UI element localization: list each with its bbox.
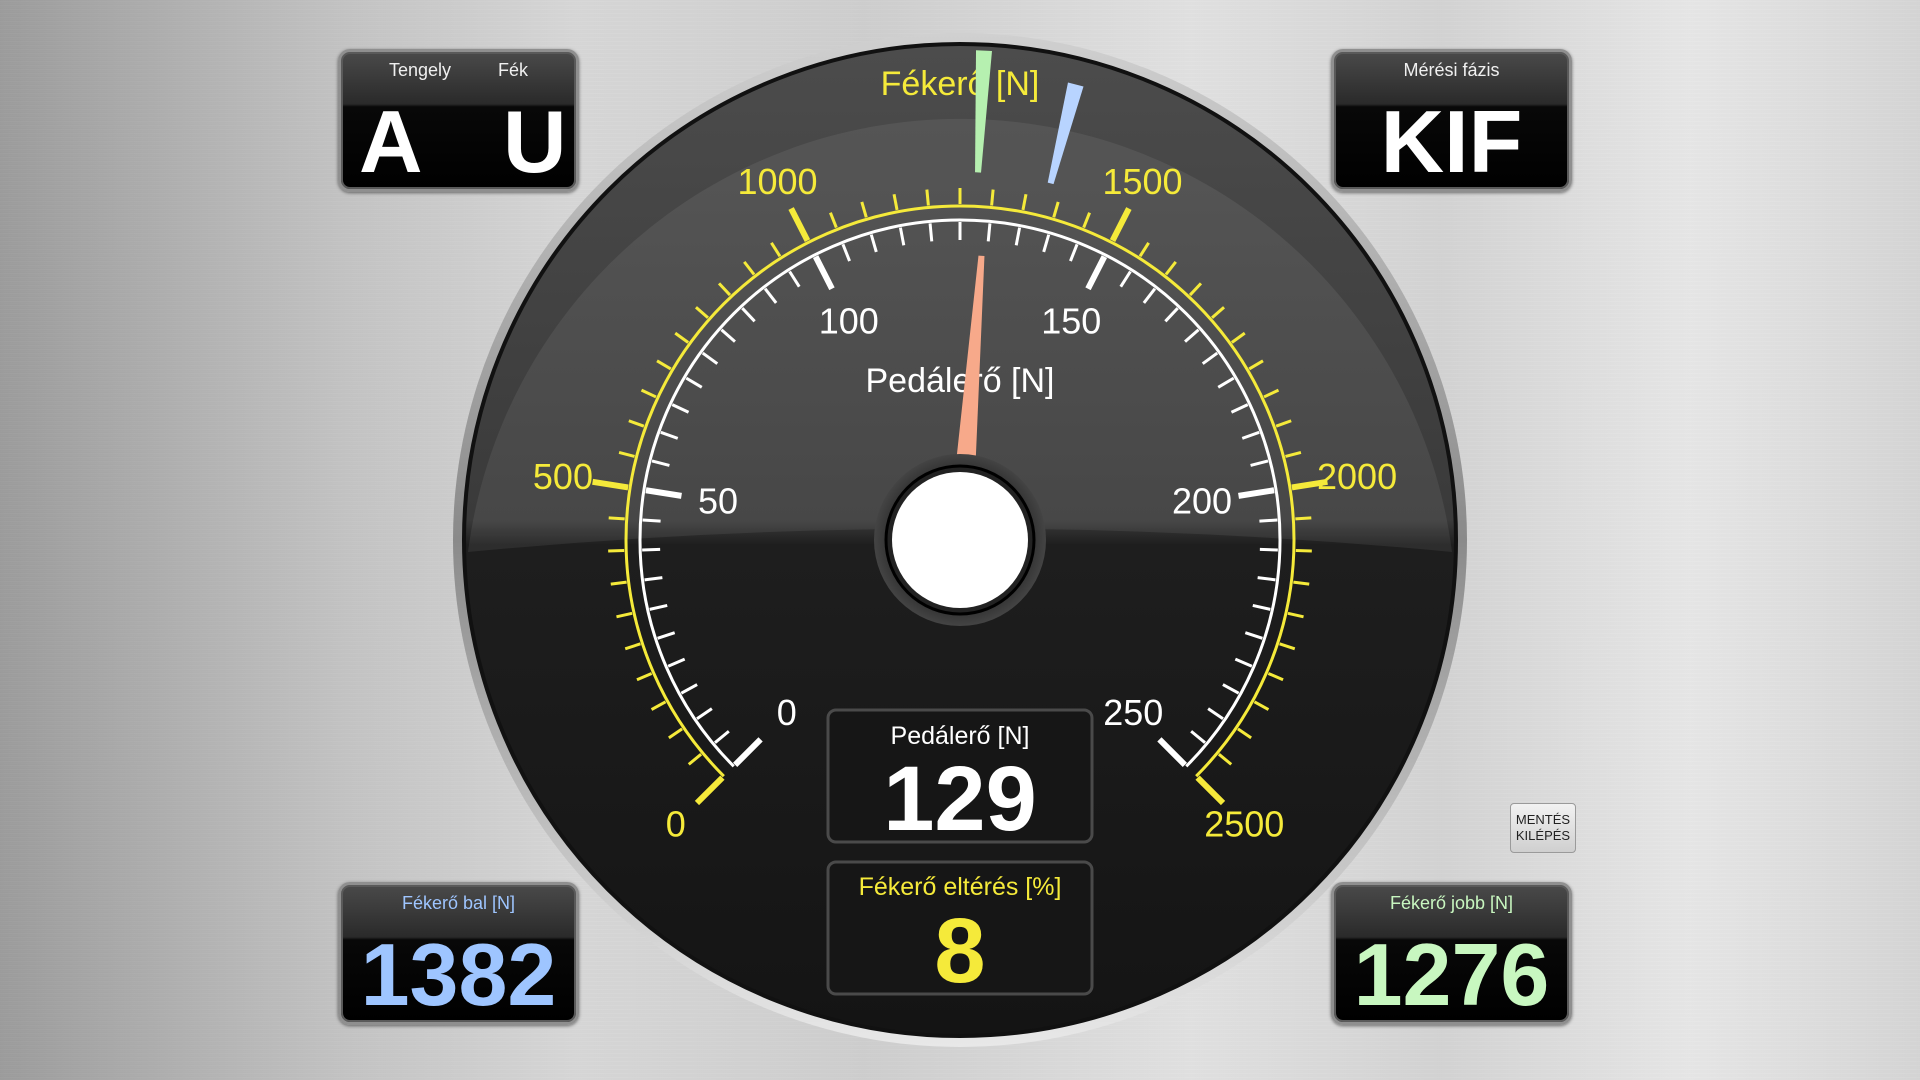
brake-force-right-label: Fékerő jobb [N] (1389, 893, 1514, 913)
inner-tick-label: 250 (1103, 692, 1163, 733)
brake-force-right-value: 1276 (1353, 925, 1550, 1024)
measurement-phase-value: KIF (1380, 92, 1523, 191)
pedal-readout-label: Pedálerő [N] (891, 722, 1030, 750)
outer-minor-tick (1295, 516, 1312, 521)
gauge-hub-cap (892, 472, 1028, 608)
deviation-readout-value: 8 (934, 900, 985, 1002)
inner-minor-tick (1259, 518, 1278, 523)
brake-force-right-panel: Fékerő jobb [N] 1276 (1331, 882, 1572, 1025)
outer-minor-tick (925, 189, 930, 206)
axle-label: Tengely (389, 60, 452, 80)
save-exit-line1: MENTÉS (1515, 812, 1571, 827)
axle-brake-panel: Tengely Fék A U (338, 49, 579, 192)
outer-tick-label: 0 (666, 803, 686, 844)
brake-value: U (503, 92, 567, 191)
outer-tick-label: 2500 (1204, 803, 1284, 844)
pedal-readout-value: 129 (883, 748, 1037, 850)
inner-scale-title: Pedálerő [N] (866, 362, 1055, 400)
inner-minor-tick (986, 223, 992, 242)
inner-minor-tick (642, 518, 661, 523)
brake-force-left-value: 1382 (360, 925, 557, 1024)
pedal-readout: Pedálerő [N] 129 (826, 708, 1094, 850)
inner-tick-label: 50 (698, 481, 738, 522)
inner-tick-label: 0 (777, 692, 797, 733)
deviation-readout: Fékerő eltérés [%] 8 (826, 860, 1094, 1002)
brake-force-left-label: Fékerő bal [N] (401, 893, 516, 913)
save-exit-button[interactable]: MENTÉS KILÉPÉS (1510, 803, 1576, 853)
measurement-phase-panel: Mérési fázis KIF (1331, 49, 1572, 192)
brake-label: Fék (498, 60, 529, 80)
outer-tick-label: 2000 (1317, 456, 1397, 497)
gauge: 0 500 1000 1500 2000 2500 0 50 100 150 200 250 Fék… (453, 33, 1467, 1047)
outer-scale-title: Fékerő [N] (881, 65, 1040, 103)
brake-force-left-panel: Fékerő bal [N] 1382 (338, 882, 579, 1025)
outer-tick-label: 1000 (737, 161, 817, 202)
inner-minor-tick (642, 547, 661, 552)
inner-tick-label: 200 (1172, 481, 1232, 522)
inner-minor-tick (1259, 547, 1278, 552)
outer-minor-tick (1293, 580, 1310, 586)
outer-minor-tick (990, 189, 995, 206)
axle-value: A (359, 92, 423, 191)
deviation-readout-label: Fékerő eltérés [%] (859, 873, 1062, 901)
inner-tick-label: 150 (1041, 301, 1101, 342)
inner-minor-tick (928, 223, 934, 242)
outer-minor-tick (608, 516, 625, 521)
outer-tick-label: 500 (533, 456, 593, 497)
outer-minor-tick (608, 549, 625, 553)
outer-minor-tick (1295, 549, 1312, 553)
outer-minor-tick (610, 580, 627, 586)
measurement-phase-label: Mérési fázis (1403, 60, 1500, 80)
save-exit-line2: KILÉPÉS (1515, 828, 1571, 843)
outer-tick-label: 1500 (1102, 161, 1182, 202)
inner-tick-label: 100 (819, 301, 879, 342)
